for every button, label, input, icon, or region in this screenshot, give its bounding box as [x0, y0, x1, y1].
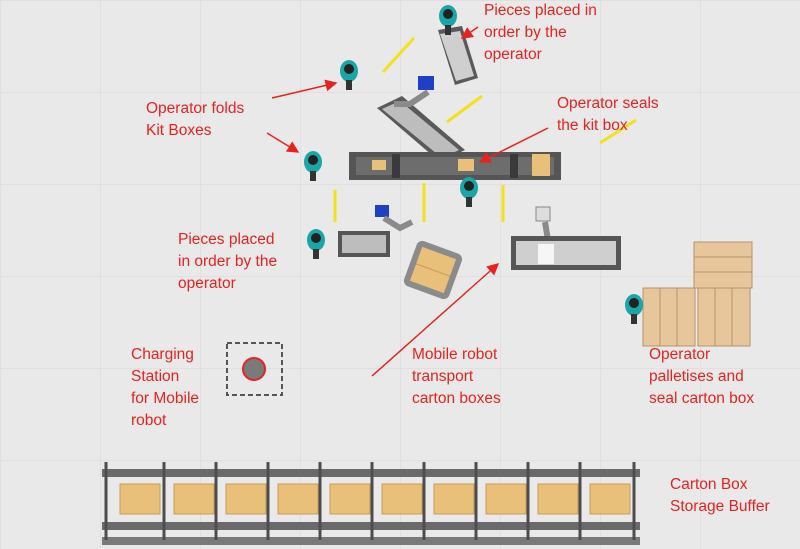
label-pieces-mid: Pieces placed in order by the operator	[178, 231, 278, 292]
label-operator-seals: Operator seals the kit box	[557, 95, 659, 134]
pallet-right	[697, 287, 751, 347]
left-conveyor	[338, 231, 390, 257]
pallet-back	[693, 241, 753, 289]
label-operator-folds: Operator folds Kit Boxes	[146, 100, 245, 139]
floor-grid	[0, 0, 800, 549]
right-conveyor	[511, 236, 621, 270]
label-storage-buffer: Carton Box Storage Buffer	[670, 476, 770, 515]
main-conveyor	[349, 152, 561, 180]
label-mobile-robot: Mobile robot transport carton boxes	[412, 346, 501, 407]
label-operator-palletises: Operator palletises and seal carton box	[649, 346, 755, 407]
label-charging-station: Charging Station for Mobile robot	[131, 346, 200, 429]
pallet-left	[642, 287, 696, 347]
label-pieces-top: Pieces placed in order by the operator	[484, 2, 597, 63]
layout-scene	[0, 0, 800, 549]
